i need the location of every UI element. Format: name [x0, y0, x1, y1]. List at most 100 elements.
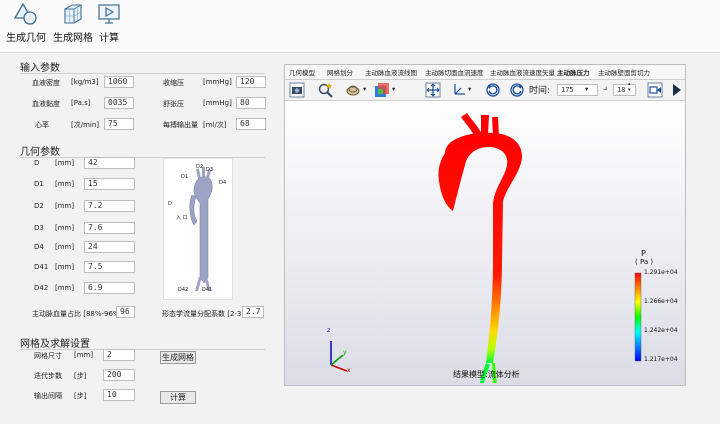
spinner-arrows-icon[interactable]: ▴ ▾	[628, 81, 631, 93]
thumb-label-d3: D3	[206, 167, 214, 173]
legend-title-unit: ( Pa )	[635, 258, 654, 266]
output-interval-input[interactable]: 10	[103, 389, 135, 401]
axis-x-label: x	[347, 367, 351, 374]
diastolic-pressure-unit: [mmHg]	[203, 99, 232, 107]
legend-tick-3: 1.242e+04	[644, 327, 678, 334]
iteration-steps-unit: [步]	[74, 372, 87, 380]
thumb-label-d42: D42	[178, 287, 189, 293]
diameter-d42-unit: [mm]	[55, 284, 75, 292]
mesh-size-input[interactable]: 2	[103, 349, 135, 361]
diameter-d2-label: D2	[34, 202, 44, 210]
tab-section-velocity[interactable]: 主动脉切面血流速度	[425, 67, 484, 77]
tab-geometry-model[interactable]: 几何模型	[289, 67, 315, 77]
flow-ratio-input[interactable]: 96	[116, 306, 135, 318]
compute-panel-button[interactable]: 计算	[160, 391, 196, 404]
systolic-pressure-unit: [mmHg]	[203, 78, 232, 86]
output-interval-unit: [步]	[74, 392, 87, 400]
output-interval-label: 输出间隔	[34, 392, 62, 400]
generate-geometry-button[interactable]: 生成几何	[6, 2, 46, 44]
time-select[interactable]: 175	[557, 84, 598, 96]
tab-mesh[interactable]: 网格划分	[327, 67, 353, 77]
time-label: 时间:	[529, 86, 551, 96]
aorta-body	[438, 132, 522, 363]
legend-title-p: P	[641, 249, 646, 258]
stroke-volume-unit: [ml/次]	[203, 121, 227, 129]
time-select-chevron-icon[interactable]: ▾	[585, 85, 588, 93]
diameter-d1-label: D1	[34, 180, 44, 188]
result-caption: 结果模型:流体分析	[453, 370, 520, 379]
render-canvas[interactable]: z x y P ( Pa ) 1.291e+04 1.266e+04 1.242…	[285, 101, 685, 385]
thumb-label-inlet: 入 口	[176, 215, 188, 221]
input-params-divider	[20, 73, 265, 74]
play-monitor-icon	[98, 4, 120, 24]
axis-y-line	[330, 354, 344, 366]
heart-rate-unit: [次/min]	[71, 121, 100, 129]
camera-icon[interactable]	[289, 82, 305, 98]
viewer-toolbar: ▾ ▾ ▾ 时间: 175 ▾ ⌟ 18 ▴ ▾	[285, 80, 685, 101]
axis-y-label: y	[343, 349, 347, 356]
mesh-settings-divider	[20, 349, 265, 350]
colormap-cube-icon[interactable]	[374, 82, 390, 98]
chevron-down-icon[interactable]: ▾	[392, 85, 395, 93]
diastolic-pressure-input[interactable]: 80	[236, 97, 266, 109]
geometry-icon	[13, 2, 37, 25]
systolic-pressure-label: 收缩压	[163, 79, 184, 87]
result-viewer: 几何模型 网格划分 主动脉血液流线图 主动脉切面血流速度 主动脉血液流速度矢量 …	[284, 64, 686, 386]
fit-view-icon[interactable]	[425, 82, 441, 98]
compute-toolbar-label: 计算	[99, 33, 119, 44]
generate-mesh-panel-button[interactable]: 生成网格	[160, 351, 196, 364]
diameter-d-input[interactable]: 42	[84, 157, 135, 169]
diameter-d4-input[interactable]: 24	[84, 241, 135, 253]
thumb-label-d4: D4	[219, 180, 227, 186]
diameter-d3-input[interactable]: 7.6	[84, 222, 135, 234]
zoom-icon[interactable]	[317, 82, 333, 98]
blood-viscosity-unit: [Pa.s]	[71, 99, 91, 107]
diameter-d-unit: [mm]	[55, 159, 75, 167]
step-corner-icon: ⌟	[603, 82, 608, 92]
legend-tick-min: 1.217e+04	[644, 356, 678, 363]
rotate-right-icon[interactable]	[509, 82, 525, 98]
diameter-d41-label: D41	[34, 263, 49, 271]
tab-velocity-vector[interactable]: 主动脉血液流速度矢量	[490, 67, 555, 77]
iteration-steps-input[interactable]: 200	[103, 369, 135, 381]
chevron-down-icon[interactable]: ▾	[363, 85, 366, 93]
thumb-label-d2: D2	[196, 164, 204, 170]
blood-viscosity-input[interactable]: 0035	[104, 97, 134, 109]
mesh-cube-icon	[64, 4, 82, 24]
diameter-d2-input[interactable]: 7.2	[84, 200, 135, 212]
axis-z-label: z	[327, 327, 331, 334]
compute-toolbar-button[interactable]: 计算	[97, 2, 121, 44]
diameter-d3-unit: [mm]	[55, 224, 75, 232]
mesh-size-unit: [mm]	[74, 351, 94, 359]
render-style-icon[interactable]	[345, 82, 361, 98]
tab-pressure[interactable]: 主动脉压力	[557, 67, 590, 77]
diameter-d41-input[interactable]: 7.5	[84, 261, 135, 273]
parameter-panel: 输入参数 血液密度 [kg/m3] 1060 血液黏度 [Pa.s] 0035 …	[0, 53, 284, 424]
blood-viscosity-label: 血液黏度	[32, 100, 60, 108]
video-record-icon[interactable]	[647, 82, 663, 98]
tab-streamlines[interactable]: 主动脉血液流线图	[365, 67, 417, 77]
diameter-d42-input[interactable]: 6.9	[84, 282, 135, 294]
stroke-volume-label: 每搏输出量	[163, 121, 198, 129]
generate-mesh-label: 生成网格	[53, 33, 93, 44]
blood-density-input[interactable]: 1060	[104, 76, 134, 88]
axes-orientation-icon[interactable]	[451, 82, 467, 98]
blood-density-label: 血液密度	[32, 79, 60, 87]
step-spinner[interactable]: 18	[613, 84, 636, 96]
chevron-down-icon[interactable]: ▾	[468, 85, 471, 93]
blood-density-unit: [kg/m3]	[71, 78, 99, 86]
tab-wall-shear[interactable]: 主动脉壁面剪切力	[598, 67, 650, 77]
diameter-d1-input[interactable]: 15	[84, 178, 135, 190]
branch-artery-2	[481, 115, 489, 135]
morphology-coefficient-label: 形态学流量分配系数 [2-3]	[162, 310, 245, 318]
play-icon[interactable]	[671, 82, 683, 98]
systolic-pressure-input[interactable]: 120	[236, 76, 266, 88]
diastolic-pressure-label: 舒张压	[163, 100, 184, 108]
rotate-left-icon[interactable]	[485, 82, 501, 98]
input-params-title: 输入参数	[20, 63, 60, 74]
stroke-volume-input[interactable]: 68	[236, 118, 266, 130]
generate-mesh-button[interactable]: 生成网格	[53, 2, 93, 44]
morphology-coefficient-input[interactable]: 2.7	[242, 306, 264, 318]
heart-rate-input[interactable]: 75	[104, 118, 134, 130]
iteration-steps-label: 迭代步数	[34, 372, 62, 380]
